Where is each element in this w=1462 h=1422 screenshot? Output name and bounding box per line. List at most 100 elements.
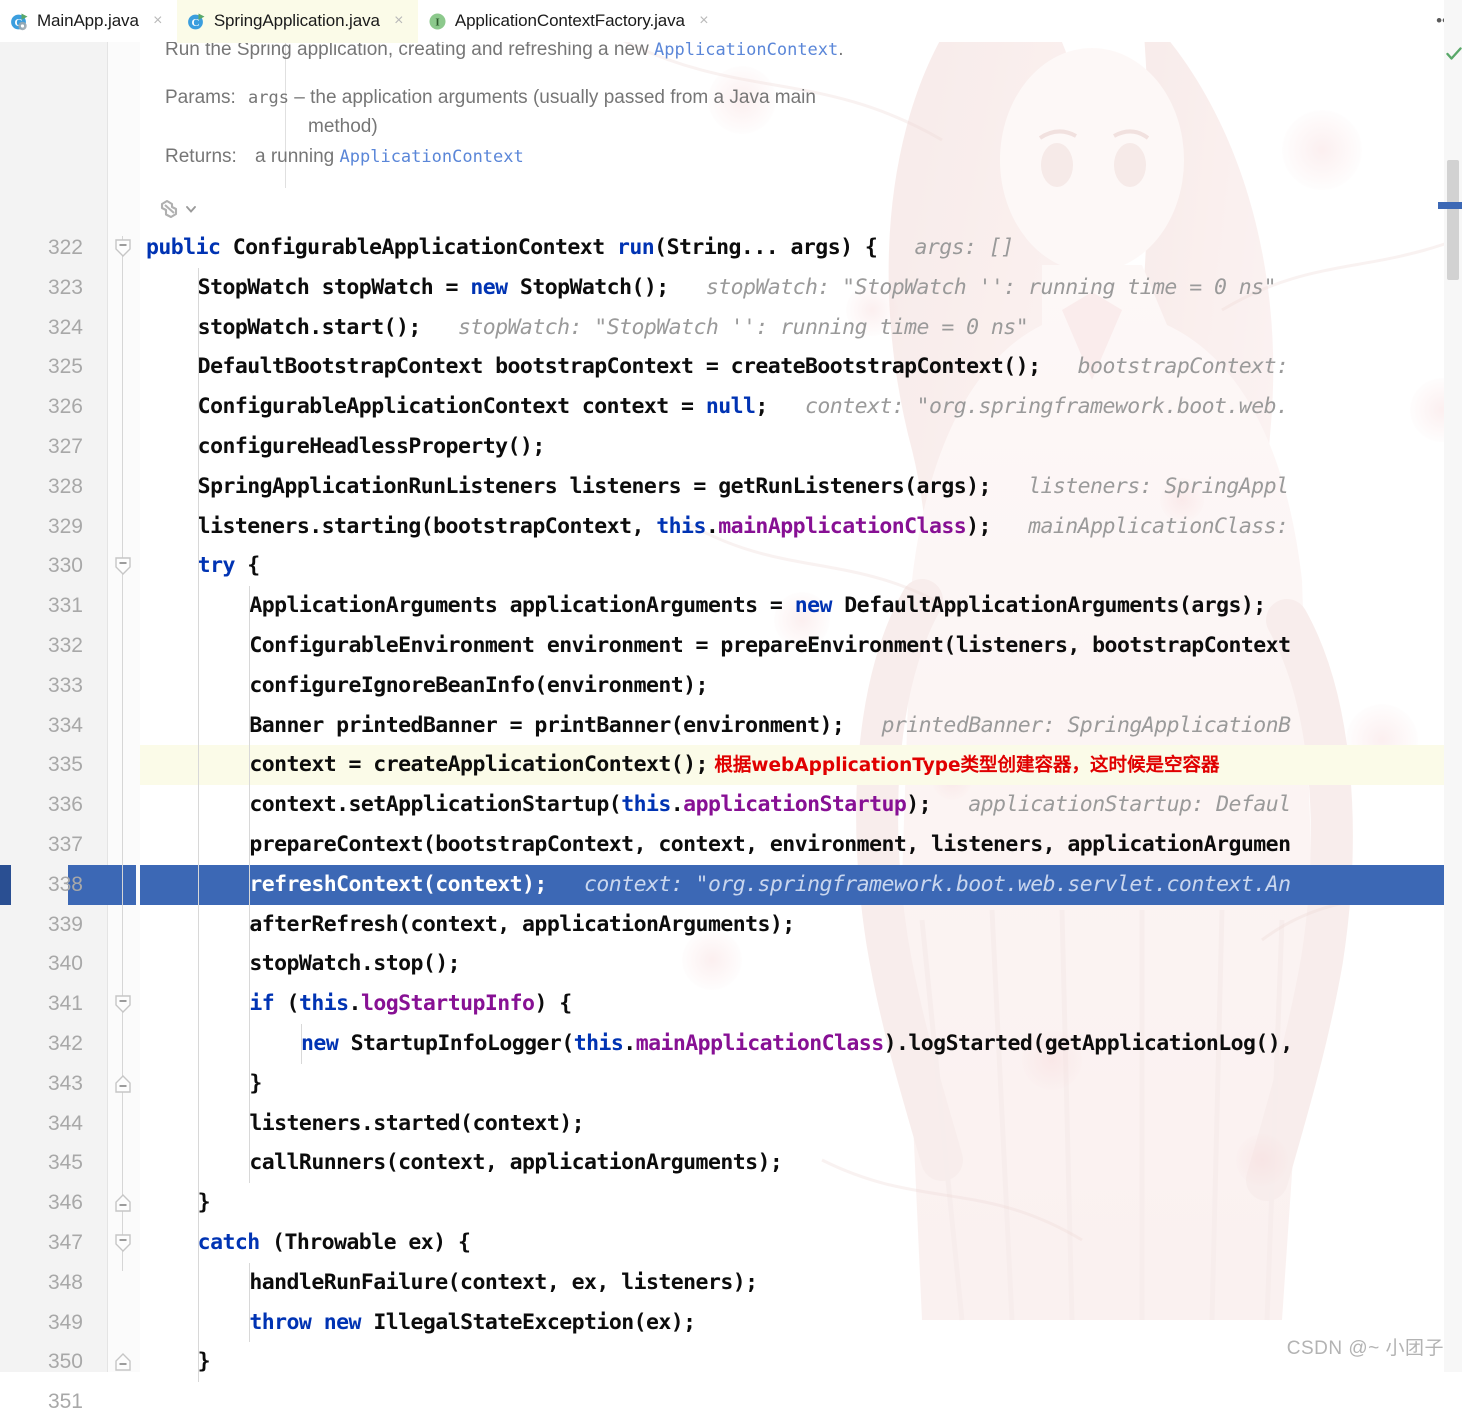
code-line[interactable]: 339 afterRefresh(context, applicationArgu… [48,905,1462,945]
code-line[interactable]: 338 refreshContext(context); context: "or… [0,864,1462,905]
fold-expand-end-icon[interactable] [112,1192,134,1214]
keyword-token: this [298,991,349,1017]
code-line[interactable]: 351 [48,1382,1462,1422]
javadoc-returns-link[interactable]: ApplicationContext [340,147,524,167]
line-code-text[interactable]: ConfigurableApplicationContext context =… [198,387,1289,427]
code-editor[interactable]: Run the Spring application, creating and… [0,42,1462,1413]
code-line[interactable]: 344 listeners.started(context); [48,1104,1462,1144]
code-line[interactable]: 335 context = createApplicationContext();… [48,745,1462,786]
line-code-text[interactable]: afterRefresh(context, applicationArgumen… [249,905,795,945]
close-icon[interactable]: × [151,13,165,29]
chevron-down-icon[interactable] [184,202,198,221]
line-number: 338 [47,872,83,896]
line-code-text[interactable]: refreshContext(context); context: "org.s… [249,865,1291,905]
code-token: ConfigurableEnvironment environment = pr… [249,632,1291,658]
code-line[interactable]: 333 configureIgnoreBeanInfo(environment); [48,666,1462,706]
code-line[interactable]: 325 DefaultBootstrapContext bootstrapCont… [48,347,1462,387]
line-code-text[interactable]: if (this.logStartupInfo) { [249,984,572,1024]
line-code-text[interactable]: prepareContext(bootstrapContext, context… [249,825,1291,865]
code-line[interactable]: 341 if (this.logStartupInfo) { [48,984,1462,1024]
javadoc-param-desc-line1: the application arguments (usually passe… [310,87,816,108]
code-line[interactable]: 340 stopWatch.stop(); [48,944,1462,984]
code-token: stopWatch.start(); [197,314,422,340]
line-code-text[interactable]: } [198,1342,211,1382]
code-line[interactable]: 347 catch (Throwable ex) { [48,1223,1462,1263]
tab-applicationcontextfactory[interactable]: I ApplicationContextFactory.java × [418,0,723,43]
line-code-text[interactable]: } [198,1183,211,1223]
line-code-text[interactable]: Banner printedBanner = printBanner(envir… [249,706,1291,746]
line-code-text[interactable]: public ConfigurableApplicationContext ru… [146,228,1014,268]
code-line[interactable]: 322 public ConfigurableApplicationContext… [48,228,1462,268]
code-line[interactable]: 349 throw new IllegalStateException(ex); [48,1303,1462,1343]
tab-mainapp[interactable]: C MainApp.java × [0,0,177,43]
code-line[interactable]: 329 listeners.starting(bootstrapContext, … [48,507,1462,547]
code-line[interactable]: 331 ApplicationArguments applicationArgum… [48,586,1462,626]
code-line[interactable]: 330 try { [48,546,1462,586]
line-number: 332 [47,633,83,657]
fold-collapse-icon[interactable] [112,555,134,577]
line-code-text[interactable]: } [249,1064,262,1104]
line-code-text[interactable]: try { [198,546,261,586]
code-line[interactable]: 328 SpringApplicationRunListeners listene… [48,467,1462,507]
fold-collapse-icon[interactable] [112,993,134,1015]
line-code-text[interactable]: stopWatch.start(); stopWatch: "StopWatch… [197,308,1029,348]
line-code-text[interactable]: handleRunFailure(context, ex, listeners)… [249,1263,758,1303]
keyword-token: public [146,235,233,260]
fold-collapse-icon[interactable] [112,1232,134,1254]
code-line[interactable]: 336 context.setApplicationStartup(this.ap… [48,785,1462,825]
code-line[interactable]: 334 Banner printedBanner = printBanner(en… [48,706,1462,746]
code-lines-container[interactable]: 322 public ConfigurableApplicationContext… [0,228,1462,1413]
code-line[interactable]: 350} [48,1342,1462,1382]
code-line[interactable]: 326 ConfigurableApplicationContext contex… [48,387,1462,427]
selection-marker[interactable] [1438,202,1462,209]
code-line[interactable]: 348 handleRunFailure(context, ex, listene… [48,1263,1462,1303]
spring-bean-icon[interactable] [158,198,180,225]
fold-expand-end-icon[interactable] [112,1351,134,1373]
code-token: (Throwable ex) { [259,1229,471,1255]
line-code-text[interactable]: callRunners(context, applicationArgument… [249,1143,783,1183]
line-code-text[interactable]: listeners.starting(bootstrapContext, thi… [198,507,1289,547]
inspection-ok-checkmark-icon[interactable] [1446,46,1462,62]
code-line[interactable]: 346} [48,1183,1462,1223]
line-code-text[interactable]: catch (Throwable ex) { [198,1223,471,1263]
code-token: prepareContext(bootstrapContext, context… [249,831,1291,857]
line-code-text[interactable]: listeners.started(context); [249,1104,584,1144]
line-number: 334 [47,713,83,737]
java-class-icon: C [187,12,206,31]
line-code-text[interactable]: DefaultBootstrapContext bootstrapContext… [198,347,1289,387]
inline-comment: 根据webApplicationType类型创建容器，这时候是空容器 [707,755,1220,777]
close-icon[interactable]: × [392,13,406,29]
code-line[interactable]: 345 callRunners(context, applicationArgum… [48,1143,1462,1183]
line-code-text[interactable]: ConfigurableEnvironment environment = pr… [249,626,1291,666]
code-line[interactable]: 343} [48,1064,1462,1104]
line-number: 347 [47,1230,83,1254]
code-line[interactable]: 332 ConfigurableEnvironment environment =… [48,626,1462,666]
spring-bean-gutter-icon-group[interactable] [158,198,202,225]
indent-guide [301,1024,303,1064]
line-code-text[interactable]: configureIgnoreBeanInfo(environment); [249,666,708,706]
line-code-text[interactable]: throw new IllegalStateException(ex); [249,1303,696,1343]
line-code-text[interactable]: configureHeadlessProperty(); [198,427,546,467]
line-code-text[interactable]: ApplicationArguments applicationArgument… [249,586,1266,626]
line-code-text[interactable]: context = createApplicationContext(); 根据… [249,745,1219,786]
line-code-text[interactable]: new StartupInfoLogger(this.mainApplicati… [301,1024,1293,1064]
tab-springapplication[interactable]: C SpringApplication.java × [176,0,418,43]
code-line[interactable]: 327 configureHeadlessProperty(); [48,427,1462,467]
line-code-text[interactable]: context.setApplicationStartup(this.appli… [249,785,1291,825]
line-code-text[interactable]: StopWatch stopWatch = new StopWatch(); s… [198,268,1277,308]
vertical-scrollbar[interactable] [1447,160,1459,280]
code-line[interactable]: 323 StopWatch stopWatch = new StopWatch()… [48,268,1462,308]
code-line[interactable]: 324 stopWatch.start(); stopWatch: "StopWa… [48,308,1462,348]
code-line[interactable]: 337 prepareContext(bootstrapContext, cont… [48,825,1462,865]
fold-expand-end-icon[interactable] [112,1073,134,1095]
line-number: 336 [47,793,83,817]
javadoc-summary-link[interactable]: ApplicationContext [654,42,838,60]
keyword-token: new [470,274,508,300]
line-code-text[interactable]: SpringApplicationRunListeners listeners … [198,467,1289,507]
csdn-watermark: CSDN @~ 小团子 [1286,1338,1444,1359]
close-icon[interactable]: × [697,13,711,29]
code-token: ); [966,513,991,539]
line-code-text[interactable]: stopWatch.stop(); [249,944,460,984]
fold-collapse-icon[interactable] [112,237,134,259]
code-line[interactable]: 342 new StartupInfoLogger(this.mainApplic… [48,1024,1462,1064]
